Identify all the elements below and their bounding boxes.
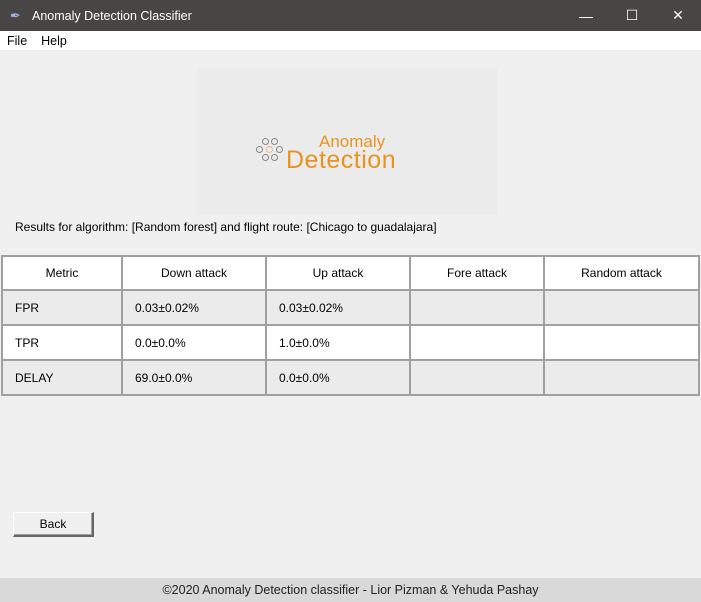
cell bbox=[409, 359, 545, 396]
header-fore-attack: Fore attack bbox=[409, 255, 545, 291]
results-label: Results for algorithm: [Random forest] a… bbox=[15, 220, 437, 234]
cell bbox=[409, 324, 545, 361]
cell: FPR bbox=[1, 289, 123, 326]
header-down-attack: Down attack bbox=[121, 255, 267, 291]
cell: 0.03±0.02% bbox=[265, 289, 411, 326]
cell: TPR bbox=[1, 324, 123, 361]
footer: ©2020 Anomaly Detection classifier - Lio… bbox=[0, 578, 701, 602]
menu-help[interactable]: Help bbox=[34, 34, 74, 48]
header-random-attack: Random attack bbox=[543, 255, 700, 291]
results-table: Metric Down attack Up attack Fore attack… bbox=[1, 255, 700, 396]
window-title: Anomaly Detection Classifier bbox=[32, 8, 192, 23]
maximize-button[interactable]: ☐ bbox=[609, 0, 655, 31]
app-feather-icon: ✒ bbox=[10, 7, 21, 23]
back-button[interactable]: Back bbox=[13, 512, 94, 537]
table-row: DELAY 69.0±0.0% 0.0±0.0% bbox=[1, 359, 700, 396]
table-header-row: Metric Down attack Up attack Fore attack… bbox=[1, 255, 700, 291]
logo-text-detection: Detection bbox=[286, 146, 397, 174]
cell bbox=[543, 324, 700, 361]
cell: 1.0±0.0% bbox=[265, 324, 411, 361]
close-button[interactable]: ✕ bbox=[655, 0, 701, 31]
cell: 0.0±0.0% bbox=[121, 324, 267, 361]
cell: 69.0±0.0% bbox=[121, 359, 267, 396]
header-up-attack: Up attack bbox=[265, 255, 411, 291]
cell bbox=[543, 289, 700, 326]
table-row: TPR 0.0±0.0% 1.0±0.0% bbox=[1, 324, 700, 361]
menu-file[interactable]: File bbox=[0, 34, 34, 48]
table-row: FPR 0.03±0.02% 0.03±0.02% bbox=[1, 289, 700, 326]
cell: 0.03±0.02% bbox=[121, 289, 267, 326]
header-metric: Metric bbox=[1, 255, 123, 291]
menu-bar: File Help bbox=[0, 31, 701, 50]
cell bbox=[409, 289, 545, 326]
title-bar: ✒ Anomaly Detection Classifier — ☐ ✕ bbox=[0, 0, 701, 31]
cell bbox=[543, 359, 700, 396]
cell: 0.0±0.0% bbox=[265, 359, 411, 396]
cell: DELAY bbox=[1, 359, 123, 396]
anomaly-detection-logo: Anomaly Detection bbox=[197, 68, 497, 215]
minimize-button[interactable]: — bbox=[563, 0, 609, 31]
